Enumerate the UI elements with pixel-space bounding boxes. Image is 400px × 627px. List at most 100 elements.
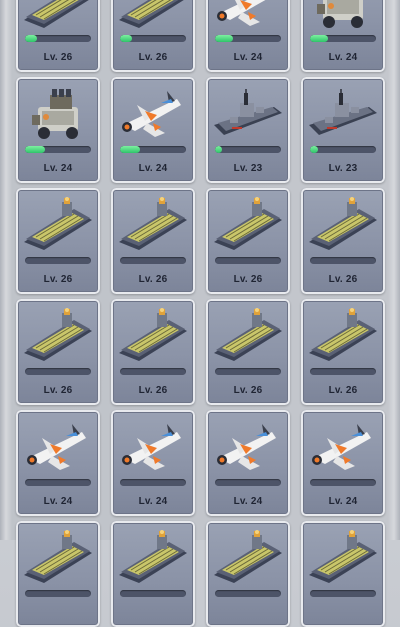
carrier-icon [307,529,379,585]
level-progress-fill [215,146,222,153]
unit-card-destroyer[interactable]: Lv. 23 [301,77,385,183]
unit-level-label: Lv. 26 [138,274,168,285]
jet-icon [212,0,284,30]
unit-level-label: Lv. 24 [233,496,263,507]
carrier-icon [212,529,284,585]
level-progress-bar [215,146,281,153]
unit-level-label: Lv. 26 [233,385,263,396]
level-progress-fill [310,35,329,42]
level-progress-bar [215,35,281,42]
unit-card-carrier[interactable]: Lv. 26 [301,188,385,294]
unit-card-jet[interactable]: Lv. 24 [111,410,195,516]
unit-level-label: Lv. 26 [43,52,73,63]
unit-card-jet[interactable]: Lv. 24 [206,0,290,72]
jet-icon [117,418,189,474]
unit-card-carrier[interactable]: Lv. 26 [111,0,195,72]
unit-level-label: Lv. 24 [328,52,358,63]
level-progress-bar [120,590,186,597]
carrier-icon [117,196,189,252]
carrier-icon [212,196,284,252]
level-progress-bar [310,35,376,42]
level-progress-bar [215,590,281,597]
level-progress-bar [25,479,91,486]
level-progress-bar [310,479,376,486]
destroyer-icon [212,85,284,141]
level-progress-fill [120,146,140,153]
level-progress-bar [25,146,91,153]
level-progress-fill [25,146,45,153]
unit-level-label: Lv. 26 [233,274,263,285]
unit-card-carrier[interactable]: Lv. 26 [16,0,100,72]
level-progress-bar [120,257,186,264]
level-progress-bar [120,479,186,486]
level-progress-fill [120,35,132,42]
unit-card-carrier[interactable] [206,521,290,627]
level-progress-bar [120,146,186,153]
unit-card-carrier[interactable]: Lv. 26 [16,299,100,405]
unit-card-jet[interactable]: Lv. 24 [16,410,100,516]
carrier-icon [117,0,189,30]
unit-level-label: Lv. 24 [138,163,168,174]
unit-level-label: Lv. 24 [43,163,73,174]
carrier-icon [22,307,94,363]
carrier-icon [307,196,379,252]
unit-card-mech[interactable]: Lv. 24 [301,0,385,72]
level-progress-bar [310,146,376,153]
unit-level-label: Lv. 26 [138,385,168,396]
level-progress-fill [215,35,234,42]
jet-icon [22,418,94,474]
unit-grid: Lv. 26 Lv. 26 Lv. 24 Lv. 24 Lv. 24 Lv. 2… [16,0,385,627]
jet-icon [307,418,379,474]
mech-icon [307,0,379,30]
carrier-icon [212,307,284,363]
unit-collection-panel: Lv. 26 Lv. 26 Lv. 24 Lv. 24 Lv. 24 Lv. 2… [0,0,400,627]
unit-card-carrier[interactable]: Lv. 26 [206,299,290,405]
carrier-icon [22,196,94,252]
unit-level-label: Lv. 26 [43,385,73,396]
unit-level-label: Lv. 24 [138,496,168,507]
level-progress-bar [215,368,281,375]
level-progress-bar [120,368,186,375]
level-progress-bar [25,590,91,597]
level-progress-bar [25,257,91,264]
unit-level-label: Lv. 24 [233,52,263,63]
jet-icon [117,85,189,141]
level-progress-bar [310,590,376,597]
unit-card-destroyer[interactable]: Lv. 23 [206,77,290,183]
level-progress-bar [120,35,186,42]
mech-icon [22,85,94,141]
unit-card-carrier[interactable]: Lv. 26 [301,299,385,405]
level-progress-bar [25,35,91,42]
level-progress-fill [25,35,37,42]
unit-card-carrier[interactable]: Lv. 26 [16,188,100,294]
unit-card-jet[interactable]: Lv. 24 [301,410,385,516]
unit-level-label: Lv. 26 [328,385,358,396]
unit-level-label: Lv. 23 [328,163,358,174]
level-progress-bar [310,368,376,375]
unit-level-label: Lv. 26 [43,274,73,285]
destroyer-icon [307,85,379,141]
unit-card-mech[interactable]: Lv. 24 [16,77,100,183]
carrier-icon [22,529,94,585]
unit-level-label: Lv. 26 [328,274,358,285]
unit-card-carrier[interactable] [301,521,385,627]
unit-card-carrier[interactable]: Lv. 26 [111,299,195,405]
carrier-icon [22,0,94,30]
unit-card-carrier[interactable] [111,521,195,627]
level-progress-bar [310,257,376,264]
carrier-icon [117,529,189,585]
jet-icon [212,418,284,474]
unit-level-label: Lv. 26 [138,52,168,63]
level-progress-fill [310,146,318,153]
unit-level-label: Lv. 24 [43,496,73,507]
unit-card-jet[interactable]: Lv. 24 [206,410,290,516]
unit-card-carrier[interactable] [16,521,100,627]
carrier-icon [117,307,189,363]
unit-level-label: Lv. 24 [328,496,358,507]
level-progress-bar [215,257,281,264]
level-progress-bar [215,479,281,486]
unit-card-carrier[interactable]: Lv. 26 [111,188,195,294]
unit-card-carrier[interactable]: Lv. 26 [206,188,290,294]
level-progress-bar [25,368,91,375]
unit-card-jet[interactable]: Lv. 24 [111,77,195,183]
